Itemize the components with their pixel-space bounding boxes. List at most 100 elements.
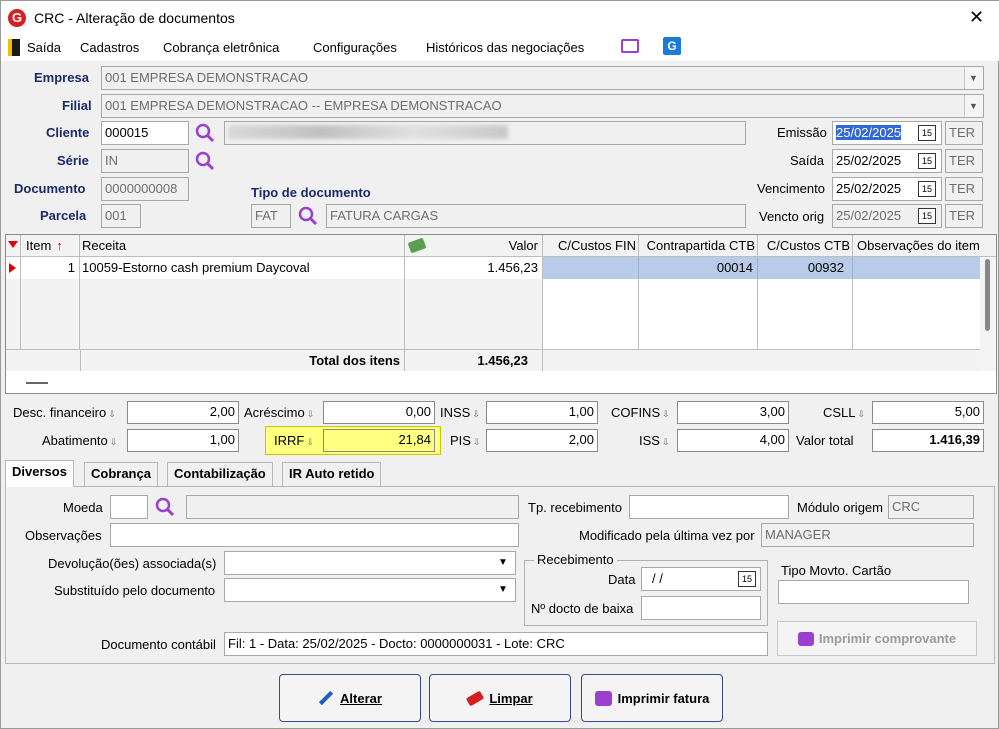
cofins-input[interactable]: 3,00 [677, 401, 789, 424]
irrf-arrow-icon: ⇩ [306, 437, 314, 447]
col-contrapartida-label: Contrapartida CTB [646, 238, 755, 253]
desc-fin-input[interactable]: 2,00 [127, 401, 239, 424]
col-item[interactable]: Item ↑ [20, 235, 80, 257]
empresa-select[interactable]: 001 EMPRESA DEMONSTRACAO [101, 66, 984, 90]
limpar-label: Limpar [489, 690, 533, 706]
col-receita-label: Receita [82, 238, 127, 253]
substituido-dropdown-icon[interactable]: ▼ [498, 584, 508, 595]
csll-label: CSLL ⇩ [823, 405, 865, 420]
cofins-arrow-icon: ⇩ [662, 409, 670, 419]
filial-dropdown-icon[interactable]: ▼ [964, 95, 982, 117]
vencimento-calendar-icon[interactable]: 15 [918, 181, 936, 197]
grid-vscroll[interactable] [980, 257, 996, 371]
col-ccctb[interactable]: C/Custos CTB [758, 235, 853, 257]
cell-item: 1 [20, 257, 80, 279]
filial-select[interactable]: 001 EMPRESA DEMONSTRACAO -- EMPRESA DEMO… [101, 94, 984, 118]
tp-receb-input[interactable] [629, 495, 789, 519]
monitor-icon[interactable] [621, 39, 639, 53]
data-calendar-icon[interactable]: 15 [738, 571, 756, 587]
total-value: 1.456,23 [405, 350, 543, 371]
data-label: Data [608, 572, 636, 587]
saida-calendar-icon[interactable]: 15 [918, 153, 936, 169]
csll-arrow-icon: ⇩ [857, 409, 866, 419]
empty-col-ccfin [543, 279, 639, 349]
vencto-orig-calendar-icon[interactable]: 15 [918, 208, 936, 224]
abatimento-arrow-icon: ⇩ [109, 437, 118, 447]
close-icon[interactable]: ✕ [969, 7, 984, 28]
csll-input[interactable]: 5,00 [872, 401, 984, 424]
modificado-label: Modificado pela última vez por [579, 528, 755, 543]
alterar-button[interactable]: Alterar [279, 674, 421, 722]
col-ccctb-label: C/Custos CTB [766, 238, 850, 253]
inss-input[interactable]: 1,00 [486, 401, 598, 424]
col-obs[interactable]: Observações do item [853, 235, 980, 257]
devolucao-select[interactable] [224, 551, 516, 575]
serie-input[interactable]: IN [101, 149, 189, 173]
cofins-label: COFINS ⇩ [611, 405, 670, 420]
cliente-input[interactable]: 000015 [101, 121, 189, 145]
total-row: Total dos itens 1.456,23 [6, 349, 980, 371]
tab-diversos[interactable]: Diversos [5, 460, 74, 487]
iss-input[interactable]: 4,00 [677, 429, 789, 452]
sort-asc-icon: ↑ [56, 238, 63, 253]
serie-search-icon[interactable] [194, 150, 216, 172]
col-valor[interactable]: Valor [405, 235, 543, 257]
filial-label: Filial [62, 98, 92, 113]
ndocto-input[interactable] [641, 596, 761, 620]
tab-ir-auto-retido[interactable]: IR Auto retido [282, 462, 382, 486]
printer-icon [797, 631, 814, 646]
cell-contrapartida: 00014 [639, 257, 758, 279]
devolucao-dropdown-icon[interactable]: ▼ [498, 557, 508, 568]
tipo-doc-search-icon[interactable] [297, 205, 319, 227]
parcela-input[interactable]: 001 [101, 204, 141, 228]
tipo-doc-code-input[interactable]: FAT [251, 204, 291, 228]
cliente-name-redacted [228, 125, 508, 139]
col-receita[interactable]: Receita [80, 235, 405, 257]
app-window: G CRC - Alteração de documentos ✕ Saída … [0, 0, 999, 729]
inss-arrow-icon: ⇩ [472, 409, 480, 419]
grid-hscroll-handle[interactable] [26, 382, 48, 384]
alterar-label: Alterar [340, 690, 382, 706]
pis-text: PIS [450, 433, 471, 448]
imprimir-comprovante-button[interactable]: Imprimir comprovante [777, 621, 977, 656]
recebimento-group-label: Recebimento [534, 552, 617, 567]
desc-fin-label: Desc. financeiro ⇩ [13, 405, 116, 420]
row-pointer-icon [9, 263, 16, 273]
imprimir-fatura-button[interactable]: Imprimir fatura [581, 674, 723, 722]
cliente-search-icon[interactable] [194, 122, 216, 144]
table-row[interactable]: 1 10059-Estorno cash premium Daycoval 1.… [6, 257, 980, 279]
vencto-orig-day: TER [945, 204, 983, 228]
abatimento-input[interactable]: 1,00 [127, 429, 239, 452]
empty-col-item [20, 279, 80, 349]
acrescimo-input[interactable]: 0,00 [323, 401, 435, 424]
tab-cobranca[interactable]: Cobrança [84, 462, 158, 486]
tab-contabilizacao[interactable]: Contabilização [167, 462, 273, 486]
menu-item-configuracoes[interactable]: Configurações [313, 40, 397, 55]
tipo-movto-input[interactable] [778, 580, 969, 604]
moeda-input[interactable] [110, 495, 148, 519]
modificado-field: MANAGER [761, 523, 974, 547]
iss-text: ISS [639, 433, 660, 448]
col-contrapartida[interactable]: Contrapartida CTB [639, 235, 758, 257]
menu-item-cobranca[interactable]: Cobrança eletrônica [163, 40, 279, 55]
vencto-orig-label: Vencto orig [759, 209, 825, 224]
pis-input[interactable]: 2,00 [486, 429, 598, 452]
empresa-dropdown-icon[interactable]: ▼ [964, 67, 982, 89]
substituido-select[interactable] [224, 578, 516, 602]
emissao-calendar-icon[interactable]: 15 [918, 125, 936, 141]
sort-indicator-icon[interactable] [8, 241, 18, 248]
g-logo-icon[interactable]: G [663, 37, 681, 55]
inss-label: INSS ⇩ [440, 405, 480, 420]
col-ccfin[interactable]: C/Custos FIN [543, 235, 639, 257]
menu-item-cadastros[interactable]: Cadastros [80, 40, 139, 55]
irrf-input[interactable]: 21,84 [323, 429, 435, 452]
documento-input[interactable]: 0000000008 [101, 177, 189, 201]
app-logo-icon: G [8, 9, 26, 27]
grid-vscroll-thumb[interactable] [985, 259, 990, 331]
total-label: Total dos itens [80, 350, 405, 371]
limpar-button[interactable]: Limpar [429, 674, 571, 722]
menu-item-historicos[interactable]: Históricos das negociações [426, 40, 584, 55]
moeda-search-icon[interactable] [154, 496, 176, 518]
obs-input[interactable] [110, 523, 519, 547]
menu-item-saida[interactable]: Saída [27, 40, 61, 55]
